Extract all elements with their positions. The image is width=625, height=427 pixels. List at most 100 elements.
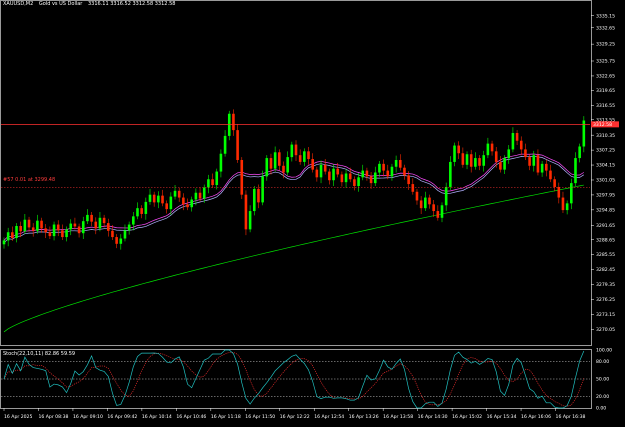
bear-candle [278,152,281,166]
time-tick-label: 16 Apr 11:18 [211,414,241,420]
price-tick-label: 3329.25 [596,42,615,48]
price-tick-label: 3291.65 [596,223,615,229]
bull-candle [86,214,89,222]
bear-candle [186,204,189,208]
bear-candle [365,170,369,177]
bear-candle [524,149,527,158]
bull-candle [169,196,173,210]
bull-candle [373,172,377,184]
bull-candle [136,208,139,217]
bear-candle [403,167,406,176]
bear-candle [111,230,114,238]
bull-candle [378,163,381,173]
bear-candle [428,197,431,205]
time-tick-label: 16 Apr 15:02 [452,414,482,420]
bull-candle [36,220,39,231]
bull-candle [127,224,131,231]
bear-candle [236,130,239,160]
bear-candle [411,184,415,192]
price-tick-label: 3332.65 [596,25,615,31]
time-tick-label: 16 Apr 15:34 [487,414,517,420]
bull-candle [2,240,6,245]
bear-candle [436,211,440,218]
price-chart[interactable]: 3335.15 3332.65 3329.25 3325.75 3322.65 3319.… [0,0,625,423]
bear-candle [240,159,244,195]
bull-candle [357,177,360,187]
time-tick-label: 16 Apr 14:30 [418,414,448,420]
bull-candle [453,145,456,162]
price-tick-label: 3319.65 [596,88,615,94]
bull-candle [465,154,469,165]
stoch-tick-label: 100.00 [596,348,612,354]
bear-candle [340,174,344,183]
bear-candle [31,227,35,231]
bull-candle [248,211,252,230]
price-tick-label: 3279.35 [596,282,615,288]
bear-candle [257,188,260,203]
time-tick-label: 16 Apr 13:26 [349,414,379,420]
bear-candle [323,164,327,172]
bear-candle [311,159,314,170]
price-tick-label: 3270.05 [596,327,615,333]
bull-candle [132,216,135,225]
ohlc-values: 3316.11 3316.52 3312.58 3312.58 [87,1,176,7]
bull-candle [532,155,536,166]
price-tick-label: 3297.95 [596,193,615,199]
bull-candle [286,157,289,173]
bull-candle [119,238,123,244]
bear-candle [419,200,423,209]
bear-candle [499,161,502,170]
price-tick-label: 3304.15 [596,163,615,169]
bull-candle [486,143,490,156]
bear-candle [182,197,185,205]
bull-candle [273,152,277,169]
stoch-tick-label: 0.00 [596,406,606,412]
bear-candle [19,225,22,232]
indicator-header: Stoch(22,10,11) 82.86 59.59 [3,351,76,357]
chart-window[interactable]: 3335.15 3332.65 3329.25 3325.75 3322.65 3319.… [0,0,625,423]
bear-candle [61,230,64,238]
time-tick-label: 16 Apr 12:22 [280,414,310,420]
chart-background [0,0,625,423]
bear-candle [44,228,48,233]
bull-candle [173,190,177,197]
bear-candle [90,214,93,222]
price-tick-label: 3322.65 [596,74,615,80]
bear-candle [269,158,273,169]
bear-candle [211,179,214,186]
bear-candle [549,170,552,180]
bull-candle [207,179,210,188]
bear-candle [490,143,494,152]
bear-candle [544,163,548,171]
bull-candle [390,166,394,177]
bear-candle [336,168,340,175]
bull-candle [565,203,569,211]
time-tick-label: 16 Apr 10:46 [176,414,206,420]
time-tick-label: 16 Apr 13:58 [383,414,413,420]
bull-candle [303,151,306,162]
price-tick-label: 3307.25 [596,148,615,154]
bear-candle [140,208,143,214]
bear-candle [307,151,310,160]
bear-candle [177,190,181,198]
bull-candle [570,183,573,204]
bear-candle [398,159,402,168]
bear-candle [369,176,373,184]
bear-candle [315,169,319,178]
bull-candle [65,229,68,238]
bear-candle [478,158,481,166]
stoch-tick-label: 20.00 [596,394,609,400]
bear-candle [232,113,235,131]
bull-candle [148,194,152,202]
bull-candle [574,158,577,184]
bull-candle [215,171,219,186]
bull-candle [474,158,477,167]
bull-candle [223,135,227,154]
bull-candle [449,161,452,187]
price-tick-label: 3325.75 [596,59,615,65]
bull-candle [482,155,486,166]
bear-candle [561,197,565,211]
trade-label[interactable]: #57 0.01 at 3299.48 [3,177,55,183]
price-tick-label: 3288.65 [596,237,615,243]
symbol-label: XAUUSD,M2 [3,1,34,7]
